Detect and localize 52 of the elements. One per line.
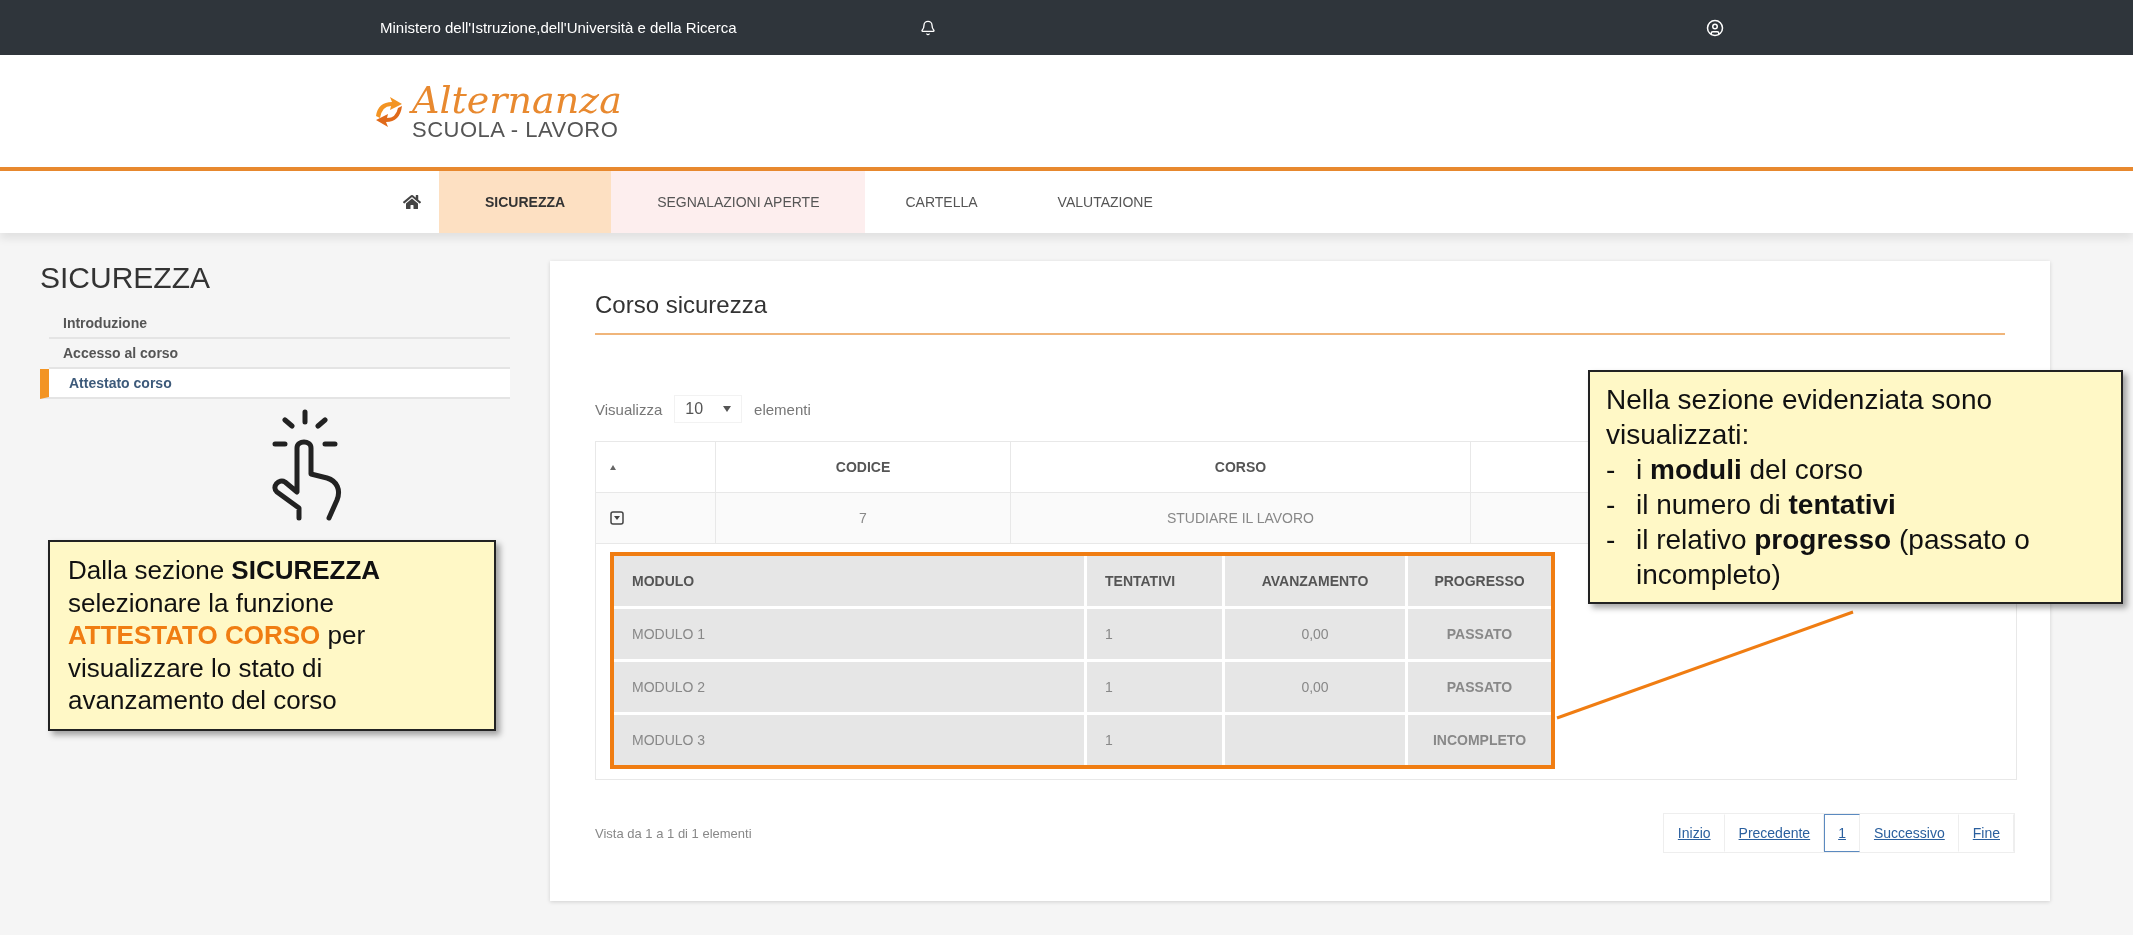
column-header: PROGRESSO: [1408, 556, 1551, 606]
nav-tab[interactable]: SICUREZZA: [439, 171, 612, 233]
bullet-marker: -: [1606, 523, 1617, 557]
bell-icon[interactable]: [920, 19, 936, 36]
bullet-marker: -: [1606, 488, 1617, 522]
caret-icon: [723, 406, 732, 412]
card-title: Corso sicurezza: [595, 281, 2005, 335]
bullet-marker: -: [1606, 453, 1617, 487]
ministry-text: Ministero dell'Istruzione,dell'Università e della Ricerca: [380, 19, 738, 36]
results-summary: Vista da 1 a 1 di 1 elementi: [595, 825, 752, 841]
bullet-text: il relativo progresso (passato o incompleto): [1636, 523, 2031, 592]
bullet-text: i moduli del corso: [1636, 453, 1865, 487]
table-cell: STUDIARE IL LAVORO: [1011, 493, 1471, 543]
sidebar-item[interactable]: Introduzione: [49, 309, 510, 339]
table-cell: 0,00: [1225, 609, 1405, 659]
sort-icon[interactable]: [610, 464, 616, 470]
pagination-link[interactable]: Successivo: [1859, 814, 1959, 852]
user-icon[interactable]: [1706, 18, 1724, 37]
column-header[interactable]: CODICE: [716, 442, 1011, 492]
table-cell: PASSATO: [1408, 662, 1551, 712]
column-header[interactable]: CORSO: [1011, 442, 1471, 492]
pagination-link[interactable]: 1: [1824, 814, 1860, 852]
table-cell: PASSATO: [1408, 609, 1551, 659]
pagination-link[interactable]: Precedente: [1724, 814, 1825, 852]
column-header: AVANZAMENTO: [1225, 556, 1405, 606]
table-cell: MODULO 2: [614, 662, 1084, 712]
info-intro: Nella sezione evidenziata sono visualizzati:: [1606, 383, 1994, 452]
table-cell: MODULO 1: [614, 609, 1084, 659]
table-cell: INCOMPLETO: [1408, 715, 1551, 765]
pagination-link[interactable]: Inizio: [1663, 814, 1725, 852]
page-size-select[interactable]: 10: [674, 395, 743, 423]
logo-subtitle: SCUOLA - LAVORO: [412, 119, 620, 141]
column-header: TENTATIVI: [1087, 556, 1222, 606]
bullet-text: il numero di tentativi: [1636, 488, 1897, 522]
pagination-link[interactable]: Fine: [1958, 814, 2014, 852]
sidebar-item[interactable]: Attestato corso: [40, 369, 510, 399]
page-size-label: elementi: [754, 400, 811, 418]
table-cell: MODULO 3: [614, 715, 1084, 765]
nav-tab[interactable]: VALUTAZIONE: [1017, 171, 1193, 233]
nav-tab[interactable]: SEGNALAZIONI APERTE: [611, 171, 866, 233]
table-cell: 7: [716, 493, 1011, 543]
home-icon[interactable]: [403, 193, 421, 211]
instruction-text: Dalla sezione SICUREZZA selezionare la funzione ATTESTATO CORSO per visualizzare lo stato di avanzamento del corso: [68, 554, 382, 717]
sidebar-title: SICUREZZA: [40, 261, 211, 295]
page-size-label: Visualizza: [595, 400, 663, 418]
table-cell: 0,00: [1225, 662, 1405, 712]
nav-tab[interactable]: CARTELLA: [865, 171, 1018, 233]
table-cell: 1: [1087, 662, 1222, 712]
table-cell: 1: [1087, 715, 1222, 765]
table-cell: 1: [1087, 609, 1222, 659]
collapse-icon[interactable]: [610, 511, 624, 525]
column-header: MODULO: [614, 556, 1084, 606]
